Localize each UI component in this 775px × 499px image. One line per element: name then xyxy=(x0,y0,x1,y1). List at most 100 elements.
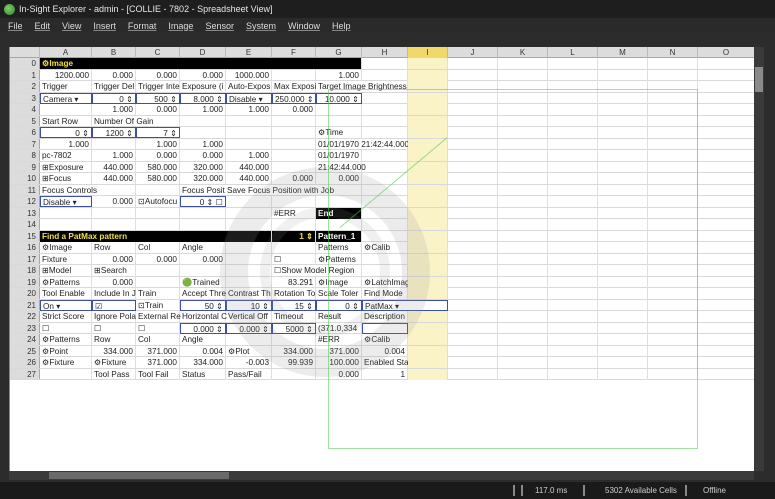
cell[interactable] xyxy=(648,219,698,230)
cell[interactable] xyxy=(598,207,648,219)
cell[interactable] xyxy=(498,58,548,69)
row-header[interactable]: 16 xyxy=(10,242,40,253)
cell[interactable] xyxy=(448,219,498,230)
cell[interactable] xyxy=(598,253,648,265)
cell[interactable] xyxy=(498,92,548,104)
cell[interactable] xyxy=(648,265,698,276)
cell[interactable]: ⚙Time xyxy=(316,127,362,138)
cell[interactable] xyxy=(448,104,498,115)
row-header[interactable]: 26 xyxy=(10,357,40,368)
cell[interactable]: ☐ xyxy=(92,322,136,334)
cell[interactable] xyxy=(226,138,272,150)
cell[interactable] xyxy=(448,242,498,253)
cell[interactable] xyxy=(362,196,408,207)
row-header[interactable]: 17 xyxy=(10,253,40,264)
cell[interactable] xyxy=(498,253,548,265)
cell[interactable] xyxy=(498,184,548,196)
cell[interactable] xyxy=(598,81,648,92)
cell[interactable]: 99.939 xyxy=(272,357,316,368)
cell[interactable]: ⊞Model xyxy=(40,265,92,276)
cell[interactable] xyxy=(408,276,448,288)
cell[interactable]: 320.000 xyxy=(180,161,226,173)
cell[interactable] xyxy=(698,81,754,92)
cell[interactable] xyxy=(272,115,316,127)
cell[interactable] xyxy=(498,265,548,276)
cell[interactable]: 0.000 xyxy=(92,253,136,265)
cell[interactable]: Find Mode xyxy=(362,288,408,299)
cell[interactable]: 100.000 xyxy=(316,357,362,368)
cell[interactable]: Col xyxy=(136,334,180,345)
cell[interactable] xyxy=(548,322,598,334)
cell[interactable]: ⊡Autofocu xyxy=(136,196,180,207)
cell[interactable]: Rotation To xyxy=(272,288,316,299)
cell[interactable] xyxy=(598,299,648,311)
cell[interactable] xyxy=(698,231,754,242)
cell[interactable] xyxy=(548,184,598,196)
cell[interactable] xyxy=(272,161,316,173)
cell[interactable] xyxy=(648,299,698,311)
menu-item-system[interactable]: System xyxy=(246,21,276,31)
column-header-l[interactable]: L xyxy=(548,47,598,58)
cell[interactable]: Focus Controls xyxy=(40,184,136,196)
cell[interactable] xyxy=(408,219,448,230)
column-header-a[interactable]: A xyxy=(40,47,92,58)
cell[interactable]: ☐ xyxy=(40,322,92,334)
cell[interactable] xyxy=(180,115,226,127)
cell[interactable]: 440.000 xyxy=(92,161,136,173)
cell[interactable] xyxy=(648,230,698,242)
cell[interactable] xyxy=(498,230,548,242)
cell[interactable] xyxy=(498,173,548,184)
cell[interactable]: Auto-Expos xyxy=(226,81,272,92)
cell[interactable] xyxy=(548,311,598,322)
row-header[interactable]: 1 xyxy=(10,69,40,80)
cell[interactable] xyxy=(698,93,754,104)
cell[interactable]: 1000.000 xyxy=(226,69,272,81)
cell[interactable] xyxy=(498,161,548,173)
cell[interactable] xyxy=(648,69,698,81)
cell[interactable]: ⊞Search xyxy=(92,265,136,276)
cell[interactable]: ⚙Patterns xyxy=(40,334,92,345)
cell[interactable] xyxy=(362,219,408,230)
cell[interactable] xyxy=(498,288,548,299)
cell[interactable] xyxy=(408,81,448,92)
cell[interactable]: ⚙Point xyxy=(40,345,92,357)
cell[interactable] xyxy=(362,69,408,81)
menu-item-help[interactable]: Help xyxy=(332,21,351,31)
cell[interactable] xyxy=(598,345,648,357)
cell[interactable] xyxy=(648,138,698,150)
cell[interactable] xyxy=(448,138,498,150)
cell[interactable]: 0.000 xyxy=(92,69,136,81)
column-header-c[interactable]: C xyxy=(136,47,180,58)
row-header[interactable]: 5 xyxy=(10,115,40,126)
cell[interactable] xyxy=(598,115,648,127)
cell[interactable] xyxy=(408,115,448,127)
cell[interactable] xyxy=(408,161,448,173)
cell[interactable] xyxy=(648,288,698,299)
cell[interactable]: ⚙LatchImage xyxy=(362,276,414,288)
cell[interactable]: 580.000 xyxy=(136,173,180,184)
cell[interactable]: 1.000 xyxy=(92,104,136,115)
cell[interactable] xyxy=(548,219,598,230)
cell[interactable]: Max Exposi xyxy=(272,81,316,92)
cell[interactable]: ⚙Calib xyxy=(362,334,408,345)
cell[interactable] xyxy=(648,207,698,219)
cell[interactable]: 10 ⇕ xyxy=(226,299,272,311)
column-header-h[interactable]: H xyxy=(362,47,408,58)
cell[interactable] xyxy=(362,58,408,69)
row-header[interactable]: 11 xyxy=(10,184,40,195)
cell[interactable] xyxy=(698,311,754,322)
cell[interactable]: 0.000 xyxy=(136,253,180,265)
cell[interactable] xyxy=(598,184,648,196)
cell[interactable] xyxy=(598,265,648,276)
cell[interactable] xyxy=(316,219,362,230)
cell[interactable] xyxy=(408,230,448,242)
cell[interactable] xyxy=(448,345,498,357)
row-header[interactable]: 27 xyxy=(10,368,40,379)
row-header[interactable]: 8 xyxy=(10,150,40,161)
cell[interactable] xyxy=(408,207,448,219)
cell[interactable]: Pass/Fail xyxy=(226,368,272,380)
cell[interactable]: pc-7802 xyxy=(40,150,92,161)
cell[interactable] xyxy=(180,219,226,230)
cell[interactable]: Angle xyxy=(180,242,226,253)
column-header-m[interactable]: M xyxy=(598,47,648,58)
